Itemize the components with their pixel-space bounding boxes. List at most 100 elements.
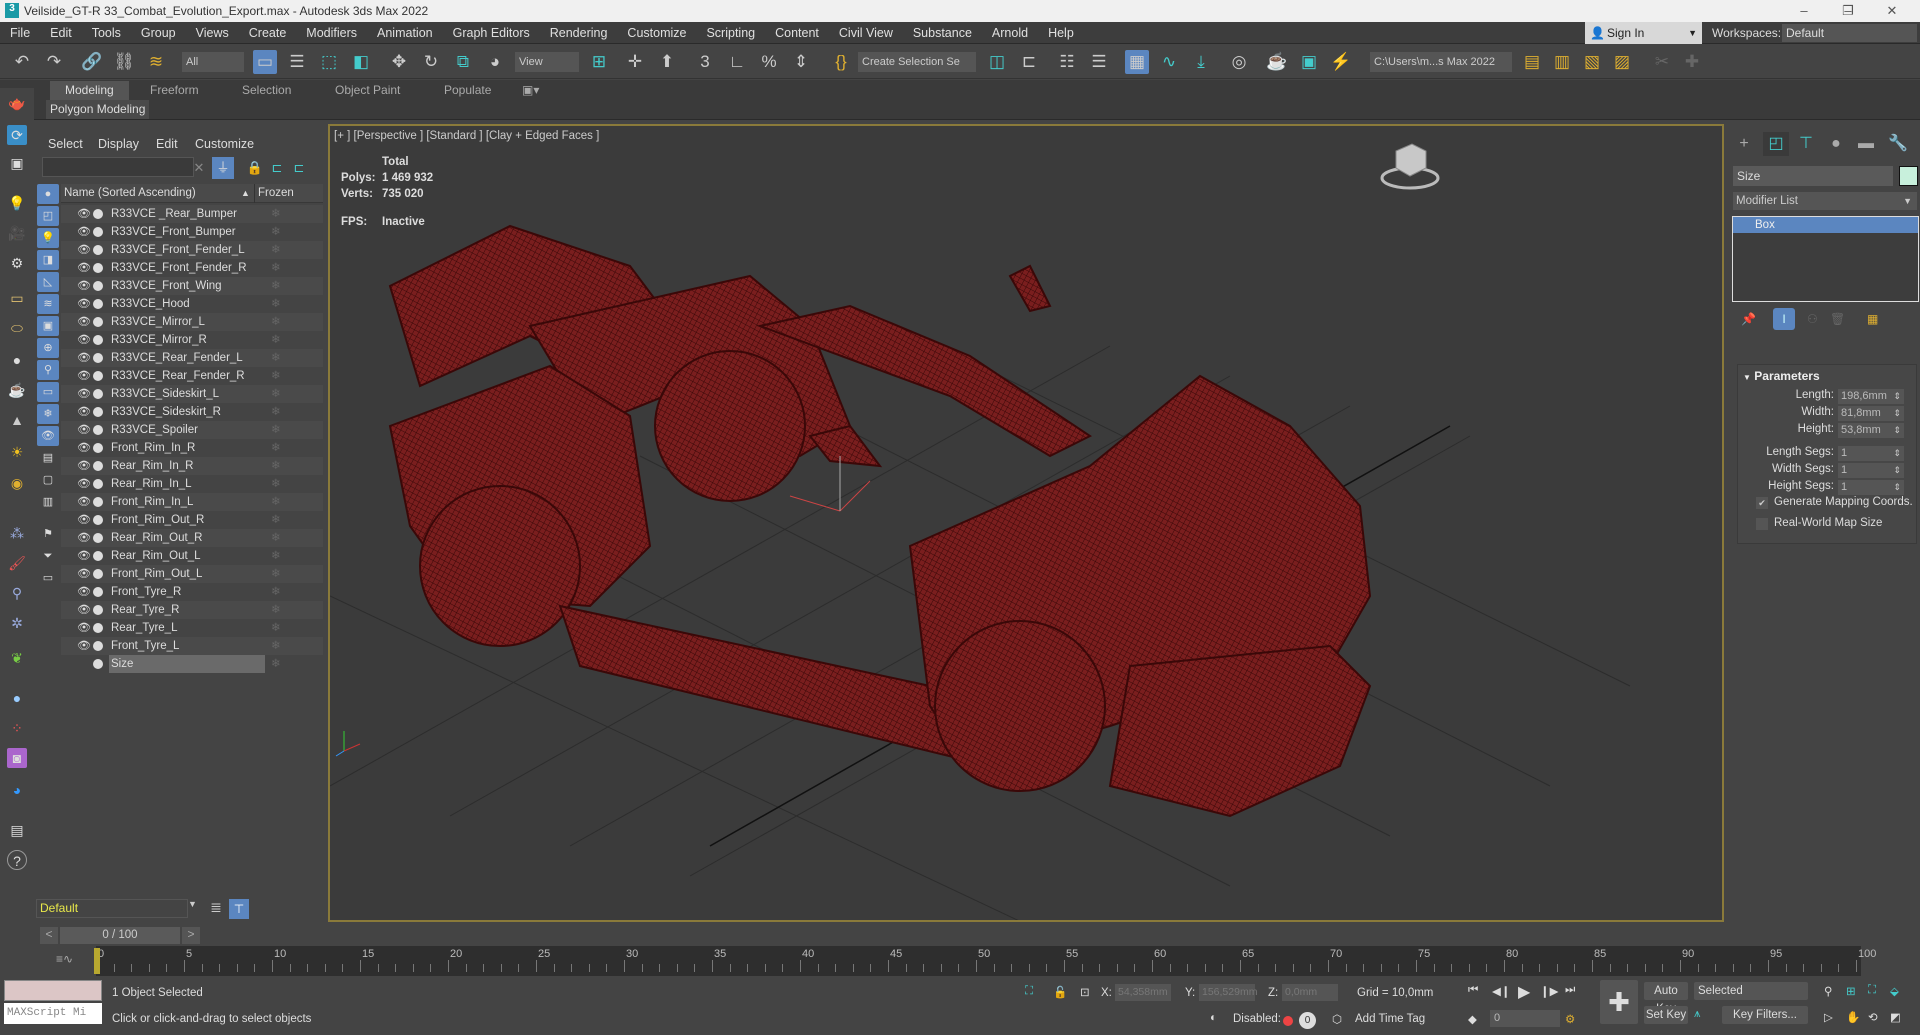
particles-icon[interactable]: ⁂ bbox=[7, 523, 27, 543]
cone-icon[interactable]: ▲ bbox=[7, 410, 27, 430]
render-toggle-icon[interactable] bbox=[93, 425, 103, 435]
folder-tree-icon[interactable]: ▧ bbox=[1580, 50, 1604, 74]
visibility-eye-icon[interactable]: 👁 bbox=[77, 295, 91, 313]
explorer-menu-select[interactable]: Select bbox=[48, 137, 83, 151]
paint-icon[interactable]: 🖌 bbox=[7, 553, 27, 573]
invert-filter-icon[interactable]: ▥ bbox=[37, 492, 59, 512]
help-icon[interactable]: ? bbox=[7, 850, 27, 870]
shape-filter-icon[interactable]: ◰ bbox=[37, 206, 59, 226]
spacewarp-filter-icon[interactable]: ≋ bbox=[37, 294, 59, 314]
visibility-eye-icon[interactable]: 👁 bbox=[77, 565, 91, 583]
menu-graph-editors[interactable]: Graph Editors bbox=[443, 26, 540, 40]
key-mode-icon[interactable]: ◆ bbox=[1468, 1012, 1477, 1026]
go-to-start-icon[interactable]: ⏮ bbox=[1468, 984, 1478, 997]
light-icon[interactable]: 💡 bbox=[7, 193, 27, 213]
camera-icon[interactable]: 🎥 bbox=[7, 223, 27, 243]
menu-tools[interactable]: Tools bbox=[82, 26, 131, 40]
prev-frame-button[interactable]: < bbox=[40, 927, 58, 944]
next-frame-icon[interactable]: ❙▶ bbox=[1540, 984, 1558, 998]
play-icon[interactable]: ▶ bbox=[1518, 982, 1530, 1002]
tool-icon[interactable]: ✂ bbox=[1650, 50, 1674, 74]
freeze-toggle-icon[interactable]: ❄ bbox=[271, 601, 281, 619]
freeze-toggle-icon[interactable]: ❄ bbox=[271, 277, 281, 295]
set-key-button[interactable]: Set Key bbox=[1644, 1006, 1688, 1024]
menu-arnold[interactable]: Arnold bbox=[982, 26, 1038, 40]
param-spinner[interactable]: 198,6mm bbox=[1838, 389, 1904, 404]
scene-object-row[interactable]: 👁 Rear_Tyre_R ❄ bbox=[61, 601, 323, 619]
menu-group[interactable]: Group bbox=[131, 26, 186, 40]
camera-filter-icon[interactable]: ◨ bbox=[37, 250, 59, 270]
visibility-eye-icon[interactable]: 👁 bbox=[77, 619, 91, 637]
scene-object-row[interactable]: 👁 Rear_Rim_Out_R ❄ bbox=[61, 529, 323, 547]
select-by-name-icon[interactable]: ☰ bbox=[285, 50, 309, 74]
freeze-toggle-icon[interactable]: ❄ bbox=[271, 349, 281, 367]
object-color-swatch[interactable] bbox=[1899, 166, 1918, 186]
freeze-toggle-icon[interactable]: ❄ bbox=[271, 547, 281, 565]
percent-snap-icon[interactable]: % bbox=[757, 50, 781, 74]
freeze-toggle-icon[interactable]: ❄ bbox=[271, 529, 281, 547]
render-toggle-icon[interactable] bbox=[93, 209, 103, 219]
column-name-header[interactable]: Name (Sorted Ascending) bbox=[64, 184, 196, 203]
scene-object-row[interactable]: 👁 R33VCE_Sideskirt_R ❄ bbox=[61, 403, 323, 421]
maximize-button[interactable]: ❐ bbox=[1826, 0, 1870, 22]
remove-modifier-icon[interactable]: 🗑 bbox=[1830, 312, 1845, 326]
select-manipulate-icon[interactable]: ✛ bbox=[623, 50, 647, 74]
dope-sheet-icon[interactable]: ⤓ bbox=[1189, 50, 1213, 74]
script-icon[interactable]: ◙ bbox=[7, 748, 27, 768]
zoom-icon[interactable]: ⚲ bbox=[1824, 984, 1832, 998]
utilities-tab-icon[interactable]: 🔧 bbox=[1885, 132, 1911, 156]
param-spinner[interactable]: 81,8mm bbox=[1838, 406, 1904, 421]
edit-named-sets-icon[interactable]: {} bbox=[829, 50, 853, 74]
render-production-icon[interactable]: ⚡ bbox=[1329, 50, 1353, 74]
visibility-eye-icon[interactable]: 👁 bbox=[77, 349, 91, 367]
placement-icon[interactable]: ◕ bbox=[483, 50, 507, 74]
gear-icon[interactable]: ✲ bbox=[7, 613, 27, 633]
render-toggle-icon[interactable] bbox=[93, 407, 103, 417]
add-time-tag-label[interactable]: Add Time Tag bbox=[1355, 1013, 1425, 1025]
scene-object-row[interactable]: 👁 R33VCE_Front_Fender_L ❄ bbox=[61, 241, 323, 259]
visibility-eye-icon[interactable]: 👁 bbox=[77, 511, 91, 529]
xref-filter-icon[interactable]: ⊕ bbox=[37, 338, 59, 358]
visibility-eye-icon[interactable]: 👁 bbox=[77, 259, 91, 277]
viewport-label[interactable]: [+ ] [Perspective ] [Standard ] [Clay + … bbox=[334, 130, 599, 142]
scene-object-row[interactable]: 👁 Rear_Tyre_L ❄ bbox=[61, 619, 323, 637]
filter-icon[interactable]: ⏚ bbox=[212, 157, 234, 179]
geometry-filter-icon[interactable]: ● bbox=[37, 184, 59, 204]
auto-key-button[interactable]: Auto Key bbox=[1644, 982, 1688, 1015]
lock-icon[interactable]: 🔒 bbox=[244, 157, 266, 179]
render-toggle-icon[interactable] bbox=[93, 245, 103, 255]
freeze-toggle-icon[interactable]: ❄ bbox=[271, 223, 281, 241]
project-icon[interactable]: ▤ bbox=[1520, 50, 1544, 74]
tab-freeform[interactable]: Freeform bbox=[150, 81, 199, 100]
render-toggle-icon[interactable] bbox=[93, 551, 103, 561]
explorer-search-input[interactable] bbox=[42, 157, 194, 177]
pin-stack-icon[interactable]: 📌 bbox=[1741, 312, 1756, 326]
render-toggle-icon[interactable] bbox=[93, 317, 103, 327]
none-filter-icon[interactable]: ▢ bbox=[37, 470, 59, 490]
explorer-menu-customize[interactable]: Customize bbox=[195, 137, 254, 151]
folder-settings-icon[interactable]: ▨ bbox=[1610, 50, 1634, 74]
close-button[interactable]: ✕ bbox=[1870, 0, 1914, 22]
time-tag-counter-icon[interactable]: 0 bbox=[1299, 1012, 1316, 1029]
current-frame-field[interactable]: 0 bbox=[1490, 1010, 1560, 1027]
next-frame-button[interactable]: > bbox=[182, 927, 200, 944]
globe-icon[interactable]: ● bbox=[7, 688, 27, 708]
maxscript-mini-listener[interactable]: MAXScript Mi bbox=[4, 1003, 102, 1024]
tab-object-paint[interactable]: Object Paint bbox=[335, 81, 400, 100]
teapot-icon[interactable]: 🫖 bbox=[7, 93, 27, 113]
helper-icon[interactable]: ⚙ bbox=[7, 253, 27, 273]
render-toggle-icon[interactable] bbox=[93, 353, 103, 363]
render-toggle-icon[interactable] bbox=[93, 605, 103, 615]
curve-editor-toggle-icon[interactable]: ≡∿ bbox=[56, 952, 73, 966]
scene-object-row[interactable]: 👁 R33VCE_Front_Bumper ❄ bbox=[61, 223, 323, 241]
modifier-list-dropdown[interactable]: Modifier List ▼ bbox=[1733, 192, 1917, 210]
render-toggle-icon[interactable] bbox=[93, 443, 103, 453]
scene-object-row[interactable]: 👁 Front_Rim_Out_L ❄ bbox=[61, 565, 323, 583]
generate-mapping-checkbox[interactable]: ✔ bbox=[1756, 497, 1768, 509]
material-icon[interactable]: ◉ bbox=[7, 473, 27, 493]
scene-object-row[interactable]: 👁 R33VCE_Rear_Fender_L ❄ bbox=[61, 349, 323, 367]
plane-icon[interactable]: ▭ bbox=[7, 288, 27, 308]
scene-object-row[interactable]: 👁 R33VCE_Hood ❄ bbox=[61, 295, 323, 313]
visibility-eye-icon[interactable]: 👁 bbox=[77, 439, 91, 457]
real-world-map-checkbox[interactable] bbox=[1756, 518, 1768, 530]
